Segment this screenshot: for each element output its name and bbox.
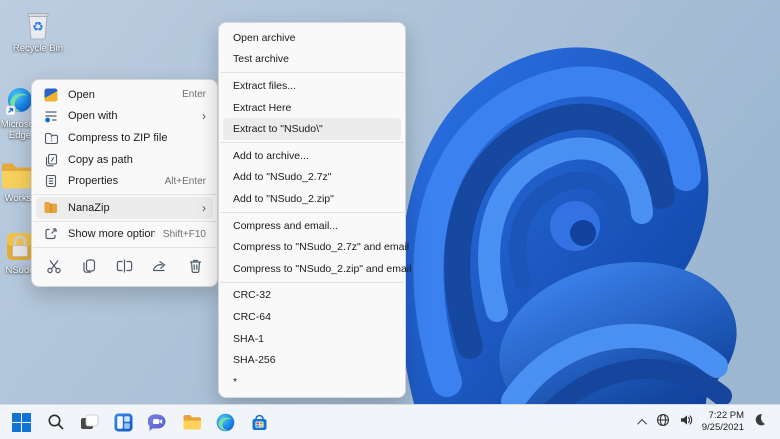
nanazip-icon xyxy=(43,200,59,215)
chevron-up-icon[interactable] xyxy=(636,418,647,429)
task-view-icon[interactable] xyxy=(76,409,103,436)
menu-item-open-with[interactable]: Open with › xyxy=(36,106,213,128)
tray-date: 9/25/2021 xyxy=(701,422,744,433)
menu-item-shortcut: Shift+F10 xyxy=(162,228,206,240)
file-explorer-icon[interactable] xyxy=(178,409,205,436)
submenu-item-label: Add to "NSudo_2.7z" xyxy=(233,171,332,184)
submenu-item-label: CRC-64 xyxy=(233,310,271,323)
submenu-item-sha256[interactable]: SHA-256 xyxy=(223,349,401,371)
submenu-item-label: Compress and email... xyxy=(233,219,339,232)
menu-item-label: Copy as path xyxy=(68,153,133,166)
menu-item-label: Compress to ZIP file xyxy=(68,131,168,144)
network-icon[interactable] xyxy=(656,413,670,432)
delete-icon[interactable] xyxy=(186,255,205,277)
quick-action-row xyxy=(32,250,217,282)
submenu-item-compress-and-email[interactable]: Compress and email... xyxy=(223,215,401,237)
submenu-item-extract-to-nsudo[interactable]: Extract to "NSudo\" xyxy=(223,118,401,140)
menu-separator xyxy=(220,141,404,143)
submenu-item-compress-7z-email[interactable]: Compress to "NSudo_2.7z" and email xyxy=(223,236,409,258)
menu-separator xyxy=(33,247,216,249)
copy-icon[interactable] xyxy=(79,255,98,277)
submenu-item-crc32[interactable]: CRC-32 xyxy=(223,285,401,307)
submenu-item-label: Add to archive... xyxy=(233,149,309,162)
submenu-item-extract-files[interactable]: Extract files... xyxy=(223,75,401,97)
menu-separator xyxy=(33,193,216,195)
svg-text:♻: ♻ xyxy=(32,20,44,35)
tray-time: 7:22 PM xyxy=(708,409,744,421)
desktop-icon-label: Works xyxy=(4,193,32,204)
search-icon[interactable] xyxy=(42,409,69,436)
system-tray: 7:22 PM 9/25/2021 xyxy=(636,410,772,435)
edge-taskbar-icon[interactable] xyxy=(212,409,239,436)
menu-separator xyxy=(33,220,216,222)
copy-path-icon xyxy=(43,152,59,167)
menu-item-label: Open xyxy=(68,88,95,101)
menu-separator xyxy=(220,72,404,74)
submenu-item-label: * xyxy=(233,375,238,388)
submenu-item-label: Compress to "NSudo_2.zip" and email xyxy=(233,262,412,275)
focus-assist-moon-icon[interactable] xyxy=(753,413,766,431)
menu-item-properties[interactable]: Properties Alt+Enter xyxy=(36,170,213,192)
properties-icon xyxy=(43,174,59,189)
zip-folder-icon xyxy=(43,130,59,145)
menu-item-nanazip[interactable]: NanaZip › xyxy=(36,196,213,219)
menu-item-show-more-options[interactable]: Show more options Shift+F10 xyxy=(36,224,213,246)
submenu-item-extract-here[interactable]: Extract Here xyxy=(223,97,401,119)
menu-item-shortcut: Alt+Enter xyxy=(164,175,206,187)
desktop: ♻ Recycle Bin Microsoft Edge Works NSudo… xyxy=(0,0,780,439)
submenu-item-label: SHA-1 xyxy=(233,332,264,345)
menu-item-label: NanaZip xyxy=(68,201,110,214)
submenu-item-compress-zip-email[interactable]: Compress to "NSudo_2.zip" and email xyxy=(223,258,411,280)
desktop-icon-label: Recycle Bin xyxy=(12,43,64,54)
microsoft-store-icon[interactable] xyxy=(246,409,273,436)
volume-icon[interactable] xyxy=(679,413,693,432)
rename-icon[interactable] xyxy=(115,255,134,277)
chat-icon[interactable] xyxy=(144,409,171,436)
submenu-item-sha1[interactable]: SHA-1 xyxy=(223,328,401,350)
nanazip-submenu: Open archive Test archive Extract files.… xyxy=(218,22,411,398)
menu-item-open[interactable]: Open Enter xyxy=(36,84,213,106)
submenu-item-label: Test archive xyxy=(233,53,290,66)
submenu-item-label: Extract Here xyxy=(233,101,292,114)
submenu-item-label: Compress to "NSudo_2.7z" and email xyxy=(233,241,410,254)
taskbar-icon-group xyxy=(8,409,273,436)
start-button[interactable] xyxy=(8,409,35,436)
show-more-icon xyxy=(43,227,59,242)
chevron-right-icon: › xyxy=(202,109,206,124)
menu-separator xyxy=(220,281,404,283)
taskbar: 7:22 PM 9/25/2021 xyxy=(0,404,780,439)
submenu-item-add-to-7z[interactable]: Add to "NSudo_2.7z" xyxy=(223,167,401,189)
widgets-icon[interactable] xyxy=(110,409,137,436)
open-with-icon xyxy=(43,109,59,124)
menu-item-label: Show more options xyxy=(68,228,155,241)
menu-item-shortcut: Enter xyxy=(182,89,206,101)
recycle-bin-icon: ♻ xyxy=(21,8,55,42)
chevron-right-icon: › xyxy=(202,200,206,215)
submenu-item-label: Extract to "NSudo\" xyxy=(233,123,323,136)
context-menu: Open Enter Open with › Compress to ZIP f… xyxy=(31,79,218,288)
menu-item-copy-as-path[interactable]: Copy as path xyxy=(36,149,213,171)
submenu-item-add-to-archive[interactable]: Add to archive... xyxy=(223,145,401,167)
submenu-item-add-to-zip[interactable]: Add to "NSudo_2.zip" xyxy=(223,188,401,210)
submenu-item-label: CRC-32 xyxy=(233,289,271,302)
submenu-item-crc64[interactable]: CRC-64 xyxy=(223,306,401,328)
submenu-item-label: Open archive xyxy=(233,31,296,44)
submenu-item-star[interactable]: * xyxy=(223,371,401,393)
taskbar-clock[interactable]: 7:22 PM 9/25/2021 xyxy=(702,410,744,435)
menu-item-label: Properties xyxy=(68,175,119,188)
menu-separator xyxy=(220,211,404,213)
submenu-item-label: SHA-256 xyxy=(233,354,276,367)
nsudo-app-icon xyxy=(43,87,59,102)
submenu-item-label: Add to "NSudo_2.zip" xyxy=(233,192,334,205)
menu-item-compress-to-zip[interactable]: Compress to ZIP file xyxy=(36,127,213,149)
cut-icon[interactable] xyxy=(44,255,63,277)
share-icon[interactable] xyxy=(150,255,169,277)
submenu-item-label: Extract files... xyxy=(233,79,297,92)
menu-item-label: Open with xyxy=(68,110,118,123)
submenu-item-open-archive[interactable]: Open archive xyxy=(223,27,401,49)
submenu-item-test-archive[interactable]: Test archive xyxy=(223,49,401,71)
desktop-icon-recycle-bin[interactable]: ♻ Recycle Bin xyxy=(12,8,64,55)
